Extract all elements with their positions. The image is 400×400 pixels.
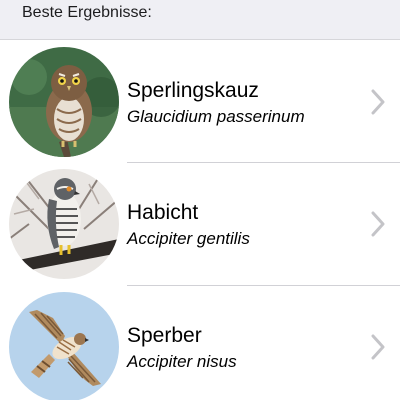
bird-latin-name: Glaucidium passerinum [127, 107, 305, 126]
search-results-screen: Beste Ergebnisse: Sperlingskauz Glaucidi… [0, 0, 400, 400]
goshawk-image [9, 169, 119, 279]
bird-common-name: Sperber [127, 324, 202, 347]
section-title: Beste Ergebnisse: [22, 4, 152, 21]
sparrowhawk-image [9, 292, 119, 400]
chevron-right-icon [368, 332, 388, 362]
bird-thumbnail [9, 47, 119, 157]
bird-thumbnail [9, 169, 119, 279]
result-row-sperlingskauz[interactable]: Sperlingskauz Glaucidium passerinum [0, 41, 400, 163]
result-row-sperber[interactable]: Sperber Accipiter nisus [0, 286, 400, 400]
bird-common-name: Habicht [127, 201, 199, 224]
chevron-right-icon [368, 87, 388, 117]
pygmy-owl-image [9, 47, 119, 157]
bird-latin-name: Accipiter nisus [127, 352, 237, 371]
chevron-right-icon [368, 209, 388, 239]
bird-common-name: Sperlingskauz [127, 79, 259, 102]
result-row-habicht[interactable]: Habicht Accipiter gentilis [0, 163, 400, 285]
section-header: Beste Ergebnisse: [0, 0, 400, 40]
bird-thumbnail [9, 292, 119, 400]
bird-latin-name: Accipiter gentilis [127, 229, 250, 248]
